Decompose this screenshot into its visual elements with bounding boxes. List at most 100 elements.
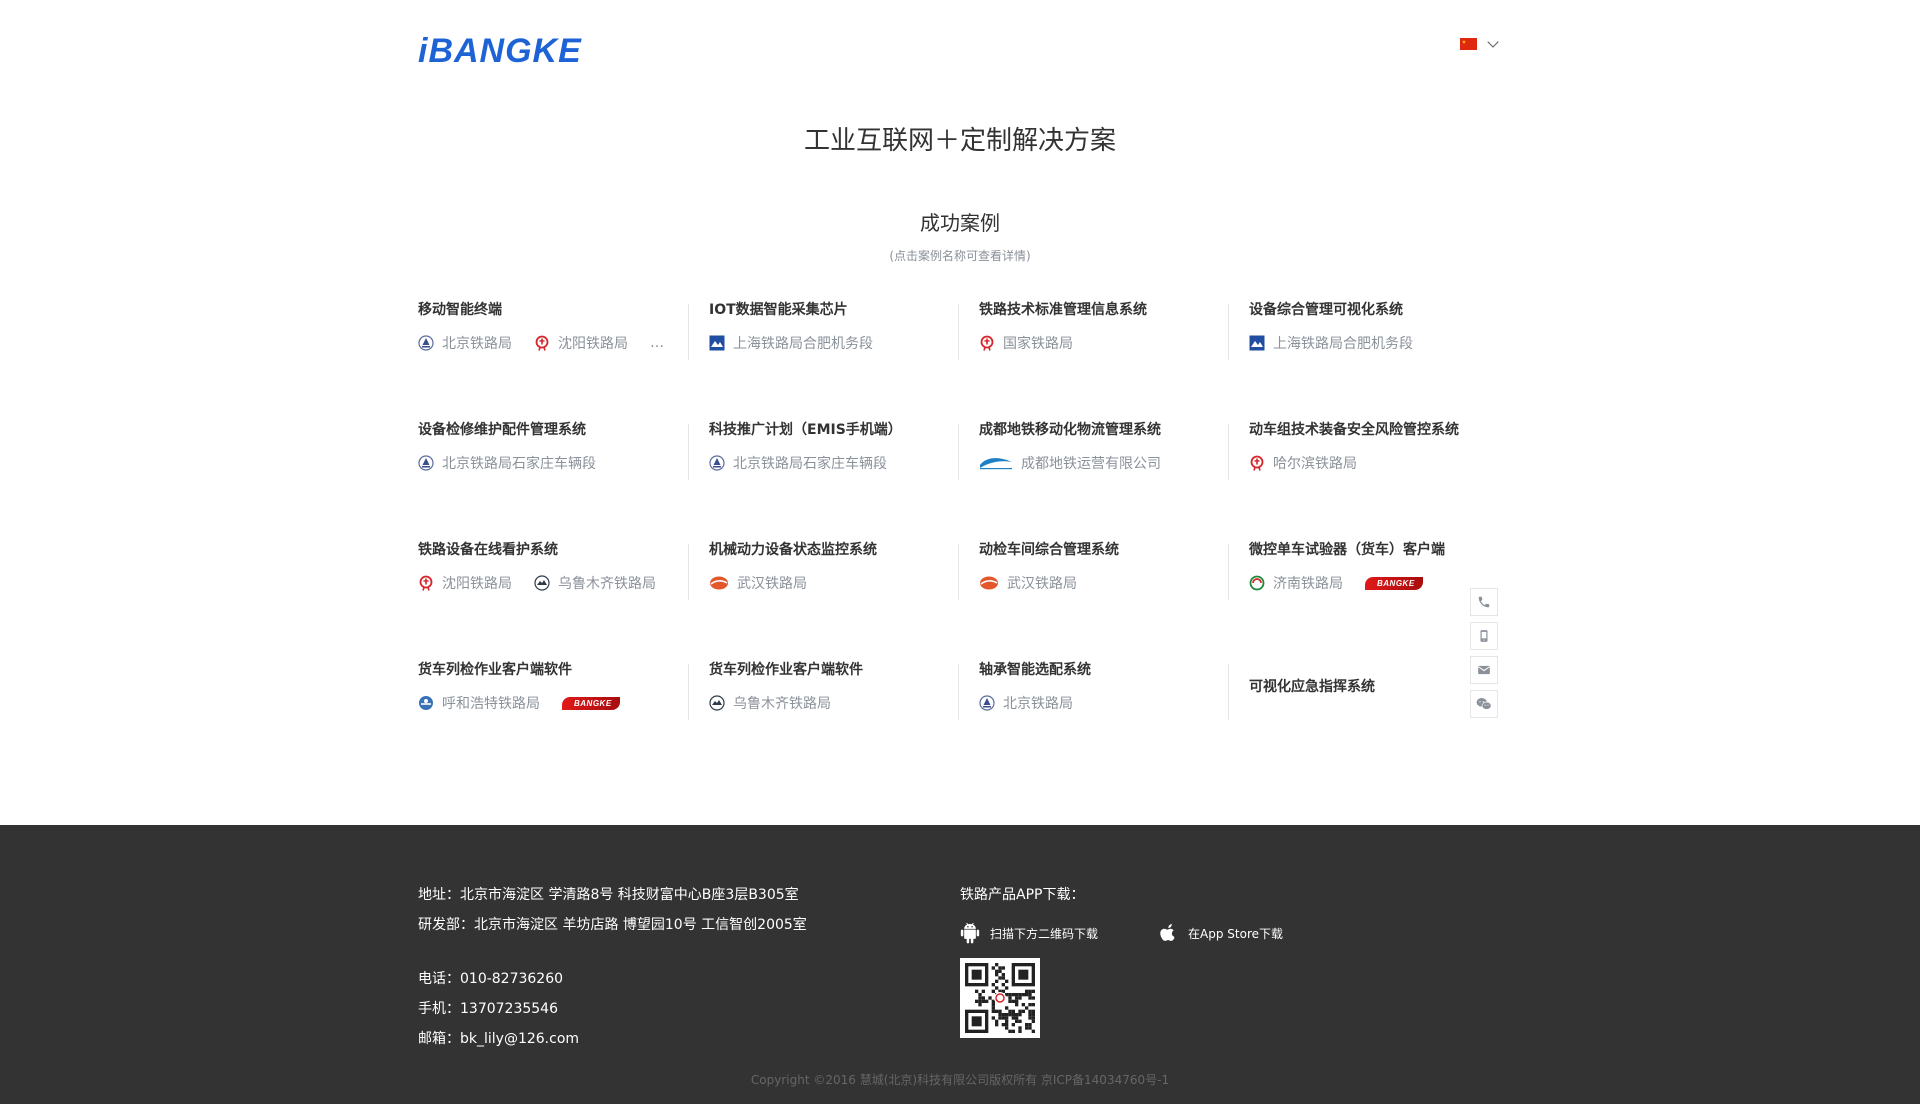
android-icon [960, 922, 980, 944]
phone-icon [1478, 596, 1490, 608]
case-title-link[interactable]: 成都地铁移动化物流管理系统 [979, 420, 1228, 440]
case-title-link[interactable]: 可视化应急指挥系统 [1249, 677, 1498, 697]
mobile-icon [1480, 630, 1488, 642]
qr-code [960, 958, 1040, 1038]
email-link[interactable]: 邮箱：bk_lily@126.com [418, 1024, 807, 1054]
case-title-link[interactable]: 货车列检作业客户端软件 [418, 660, 688, 680]
wechat-icon [1476, 698, 1492, 710]
address-text: 地址：北京市海淀区 学清路8号 科技财富中心B座3层B305室 [418, 887, 799, 903]
mail-button[interactable] [1470, 656, 1498, 684]
client-list: 乌鲁木齐铁路局 [709, 693, 958, 713]
phone-text: 电话：010-82736260 [418, 971, 564, 987]
bangke-logo-icon: BANGKE [562, 696, 620, 710]
client-item[interactable]: 北京铁路局石家庄车辆段 [709, 453, 887, 473]
client-item[interactable]: 成都地铁运营有限公司 [979, 453, 1161, 473]
client-item[interactable]: 北京铁路局 [418, 333, 512, 353]
case-title-link[interactable]: 动车组技术装备安全风险管控系统 [1249, 420, 1498, 440]
footer: 地址：北京市海淀区 学清路8号 科技财富中心B座3层B305室 研发部：北京市海… [0, 825, 1920, 1104]
beijing-rail-icon [979, 695, 995, 711]
client-item[interactable]: 武汉铁路局 [979, 573, 1077, 593]
client-item[interactable]: 济南铁路局 [1249, 573, 1343, 593]
client-list: 上海铁路局合肥机务段 [709, 333, 958, 353]
wechat-button[interactable] [1470, 690, 1498, 718]
client-list: 成都地铁运营有限公司 [979, 453, 1228, 473]
case-card: 货车列检作业客户端软件呼和浩特铁路局 BANGKE [418, 660, 688, 780]
client-list: 国家铁路局 [979, 333, 1228, 353]
client-item[interactable]: 乌鲁木齐铁路局 [709, 693, 831, 713]
case-card: 货车列检作业客户端软件 乌鲁木齐铁路局 [688, 660, 958, 780]
ios-download-link[interactable]: 在App Store下载 [1158, 922, 1283, 944]
jinan-rail-icon [1249, 575, 1265, 591]
mail-icon [1477, 665, 1491, 675]
case-title-link[interactable]: 轴承智能选配系统 [979, 660, 1228, 680]
more-clients-button[interactable]: … [650, 335, 664, 351]
case-title-link[interactable]: IOT数据智能采集芯片 [709, 300, 958, 320]
china-flag-icon [1460, 38, 1477, 50]
phone-button[interactable] [1470, 588, 1498, 616]
case-card: 轴承智能选配系统北京铁路局 [958, 660, 1228, 780]
bangke-logo-icon: BANGKE [1365, 576, 1423, 590]
case-card: 动车组技术装备安全风险管控系统哈尔滨铁路局 [1228, 420, 1498, 540]
case-card: 铁路设备在线看护系统 沈阳铁路局 乌鲁木齐铁路局 [418, 540, 688, 660]
client-item[interactable]: 武汉铁路局 [709, 573, 807, 593]
contact-info: 地址：北京市海淀区 学清路8号 科技财富中心B座3层B305室 研发部：北京市海… [418, 880, 807, 1054]
case-title-link[interactable]: 移动智能终端 [418, 300, 688, 320]
client-item[interactable]: BANGKE [1365, 576, 1423, 590]
client-item[interactable]: 北京铁路局石家庄车辆段 [418, 453, 596, 473]
client-list: 呼和浩特铁路局 BANGKE [418, 693, 688, 713]
language-selector[interactable] [1460, 36, 1499, 50]
case-grid: 移动智能终端 北京铁路局 沈阳铁路局… IOT数据智能采集芯片 上海铁路局合肥机务段 铁路… [418, 300, 1498, 780]
mobile-button[interactable] [1470, 622, 1498, 650]
copyright-text: Copyright ©2016 慧城(北京)科技有限公司版权所有 京ICP备14… [750, 1073, 1170, 1087]
case-title-link[interactable]: 动检车间综合管理系统 [979, 540, 1228, 560]
case-title-link[interactable]: 机械动力设备状态监控系统 [709, 540, 958, 560]
case-title-link[interactable]: 设备综合管理可视化系统 [1249, 300, 1498, 320]
client-name: 哈尔滨铁路局 [1273, 456, 1357, 472]
wuhan-rail-icon [709, 575, 729, 591]
client-name: 成都地铁运营有限公司 [1021, 456, 1161, 472]
client-list: 武汉铁路局 [709, 573, 958, 593]
client-list: 武汉铁路局 [979, 573, 1228, 593]
client-item[interactable]: 沈阳铁路局 [418, 573, 512, 593]
page-title: 工业互联网＋定制解决方案 [803, 126, 1116, 156]
case-title-link[interactable]: 货车列检作业客户端软件 [709, 660, 958, 680]
client-list: 济南铁路局 BANGKE [1249, 573, 1498, 593]
client-list: 哈尔滨铁路局 [1249, 453, 1498, 473]
urumqi-rail-icon [709, 695, 725, 711]
client-item[interactable]: 上海铁路局合肥机务段 [1249, 333, 1413, 353]
client-name: 北京铁路局 [442, 336, 512, 352]
shanghai-rail-icon [1249, 335, 1265, 351]
client-list: 北京铁路局 沈阳铁路局 … [418, 333, 688, 353]
qr-code-icon [965, 963, 1035, 1033]
case-title-link[interactable]: 微控单车试验器（货车）客户端 [1249, 540, 1498, 560]
case-card: IOT数据智能采集芯片 上海铁路局合肥机务段 [688, 300, 958, 420]
case-card: 可视化应急指挥系统 [1228, 660, 1498, 780]
app-download-title: 铁路产品APP下载： [960, 887, 1085, 903]
ibangke-logo[interactable]: iBANGKE [418, 32, 582, 70]
case-title-link[interactable]: 设备检修维护配件管理系统 [418, 420, 688, 440]
client-name: 北京铁路局石家庄车辆段 [442, 456, 596, 472]
client-item[interactable]: 国家铁路局 [979, 333, 1073, 353]
case-title-link[interactable]: 科技推广计划（EMIS手机端） [709, 420, 958, 440]
case-title-link[interactable]: 铁路技术标准管理信息系统 [979, 300, 1228, 320]
android-download-label: 扫描下方二维码下载 [990, 926, 1099, 941]
client-item[interactable]: BANGKE [562, 696, 620, 710]
android-download-link[interactable]: 扫描下方二维码下载 [960, 922, 1098, 944]
ios-download-label: 在App Store下载 [1188, 926, 1283, 941]
client-name: 呼和浩特铁路局 [442, 696, 540, 712]
client-item[interactable]: 北京铁路局 [979, 693, 1073, 713]
case-card: 设备检修维护配件管理系统北京铁路局石家庄车辆段 [418, 420, 688, 540]
chevron-down-icon [1487, 36, 1499, 48]
client-item[interactable]: 乌鲁木齐铁路局 [534, 573, 656, 593]
mobile-text: 手机：13707235546 [418, 1001, 558, 1017]
client-item[interactable]: 上海铁路局合肥机务段 [709, 333, 873, 353]
case-card: 成都地铁移动化物流管理系统成都地铁运营有限公司 [958, 420, 1228, 540]
client-item[interactable]: 哈尔滨铁路局 [1249, 453, 1357, 473]
apple-icon [1160, 924, 1175, 941]
client-name: 北京铁路局 [1003, 696, 1073, 712]
client-item[interactable]: 呼和浩特铁路局 [418, 693, 540, 713]
rail-logo-icon [979, 335, 995, 351]
client-name: 北京铁路局石家庄车辆段 [733, 456, 887, 472]
client-item[interactable]: 沈阳铁路局 [534, 333, 628, 353]
case-title-link[interactable]: 铁路设备在线看护系统 [418, 540, 688, 560]
